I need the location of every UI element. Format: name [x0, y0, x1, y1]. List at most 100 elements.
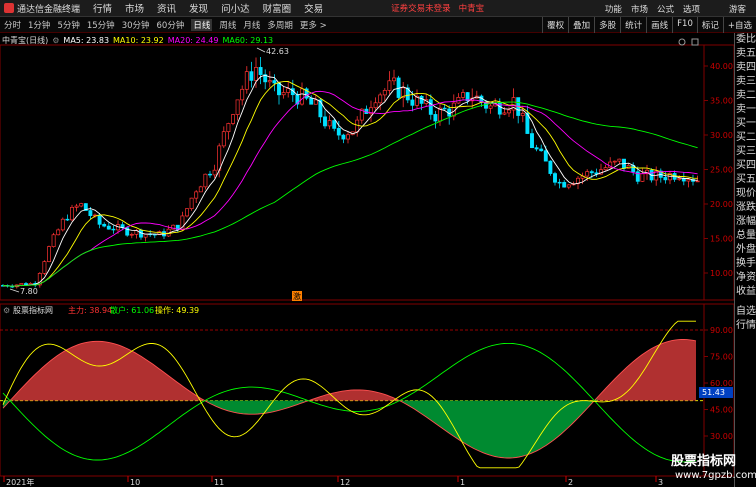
candle-down — [323, 116, 327, 127]
menu-shichang[interactable]: 市场 — [125, 1, 144, 15]
side-item-mai2[interactable]: 卖二 — [735, 89, 756, 103]
bear-area — [561, 400, 564, 435]
bear-area — [537, 400, 540, 451]
side-item-zhangfu[interactable]: 涨幅 — [735, 215, 756, 229]
kline-chart[interactable]: 40.00 35.00 30.00 25.00 20.00 15.00 10.00 42.6… — [0, 33, 734, 487]
candle-up — [79, 203, 84, 207]
candle-up — [221, 131, 226, 147]
bear-area — [432, 400, 435, 424]
side-item-weibi[interactable]: 委比 — [735, 33, 756, 47]
candle-down — [102, 223, 107, 227]
bull-area — [663, 342, 666, 401]
bull-area — [630, 361, 633, 401]
indicator-gear-icon[interactable]: ⚙ — [3, 306, 10, 315]
tool-huaxian[interactable]: 画线 — [646, 17, 672, 33]
period-daily[interactable]: 日线 — [191, 18, 213, 31]
bull-area — [180, 384, 183, 401]
menu-shichang-right[interactable]: 市场 — [631, 3, 648, 15]
candle-up — [56, 229, 61, 236]
bull-area — [687, 339, 690, 401]
side-item-mai5[interactable]: 卖五 — [735, 47, 756, 61]
side-item-shouyi[interactable]: 收益 — [735, 285, 756, 299]
menu-hangqing[interactable]: 行情 — [93, 1, 112, 15]
bull-area — [681, 339, 684, 401]
menu-xuanxiang[interactable]: 选项 — [683, 3, 700, 15]
side-item-mai3[interactable]: 卖三 — [735, 75, 756, 89]
current-stock-link[interactable]: 中青宝 — [459, 2, 485, 14]
bull-area — [366, 390, 369, 401]
bear-area — [453, 400, 456, 438]
period-multi[interactable]: 多周期 — [267, 19, 293, 31]
bull-area — [351, 389, 354, 401]
candle-up — [346, 134, 350, 140]
bear-area — [441, 400, 444, 430]
menu-faxian[interactable]: 发现 — [189, 1, 208, 15]
period-weekly[interactable]: 周线 — [219, 19, 236, 31]
side-tab-zixuan[interactable]: 自选 — [735, 305, 756, 319]
period-5min[interactable]: 5分钟 — [57, 19, 79, 31]
side-item-mai1[interactable]: 卖一 — [735, 103, 756, 117]
period-1min[interactable]: 1分钟 — [28, 19, 50, 31]
side-item-zongliang[interactable]: 总量 — [735, 229, 756, 243]
period-more[interactable]: 更多 > — [300, 19, 327, 31]
date-label: 2021年 — [6, 477, 34, 487]
candle-up — [327, 120, 332, 127]
side-item-zhangdie[interactable]: 涨跌 — [735, 201, 756, 215]
tool-add-favorite[interactable]: +自选 — [722, 17, 756, 33]
side-item-jingzi[interactable]: 净资 — [735, 271, 756, 285]
ma60-line — [2, 101, 698, 287]
period-60min[interactable]: 60分钟 — [157, 19, 185, 31]
bull-area — [627, 364, 630, 401]
menu-gongneng[interactable]: 功能 — [605, 3, 622, 15]
tool-diejia[interactable]: 叠加 — [568, 17, 594, 33]
bear-area — [459, 400, 462, 442]
window-restore-icon[interactable] — [678, 38, 686, 46]
bear-area — [558, 400, 561, 437]
trade-login-notice[interactable]: 证券交易未登录 — [391, 2, 451, 14]
side-item-xianjia[interactable]: 现价 — [735, 187, 756, 201]
candle-down — [318, 99, 323, 118]
side-item-buy3[interactable]: 买三 — [735, 145, 756, 159]
side-item-buy1[interactable]: 买一 — [735, 117, 756, 131]
bear-area — [462, 400, 465, 444]
side-item-buy2[interactable]: 买二 — [735, 131, 756, 145]
menu-wenxiaoda[interactable]: 问小达 — [221, 1, 250, 15]
side-tab-hangqing[interactable]: 行情 — [735, 319, 756, 333]
menu-jiaoyi[interactable]: 交易 — [304, 1, 323, 15]
bull-area — [363, 390, 366, 401]
bull-area — [54, 355, 57, 401]
menu-gongshi[interactable]: 公式 — [657, 3, 674, 15]
tool-tongji[interactable]: 统计 — [620, 17, 646, 33]
menu-caifuquan[interactable]: 财富圈 — [263, 1, 292, 15]
low-price-label: 7.80 — [20, 287, 38, 296]
tool-f10[interactable]: F10 — [672, 17, 697, 33]
window-maximize-icon[interactable] — [691, 38, 699, 46]
bear-area — [570, 400, 573, 426]
side-item-huanshou[interactable]: 换手 — [735, 257, 756, 271]
side-item-waipan[interactable]: 外盘 — [735, 243, 756, 257]
bull-area — [342, 390, 345, 401]
tool-fuquan[interactable]: 覆权 — [542, 17, 568, 33]
bear-area — [468, 400, 471, 447]
bear-area — [492, 400, 495, 457]
tool-biaoji[interactable]: 标记 — [696, 17, 723, 33]
bull-area — [99, 341, 102, 401]
side-item-mai4[interactable]: 卖四 — [735, 61, 756, 75]
event-marker-label[interactable]: 激 — [293, 291, 301, 301]
side-item-buy4[interactable]: 买四 — [735, 159, 756, 173]
period-fenshi[interactable]: 分时 — [4, 19, 21, 31]
menu-zixun[interactable]: 资讯 — [157, 1, 176, 15]
guest-user[interactable]: 游客 — [729, 3, 746, 15]
period-monthly[interactable]: 月线 — [243, 19, 260, 31]
period-30min[interactable]: 30分钟 — [122, 19, 150, 31]
bear-area — [552, 400, 555, 442]
bull-area — [78, 343, 81, 401]
bull-area — [669, 340, 672, 401]
side-item-buy5[interactable]: 买五 — [735, 173, 756, 187]
period-15min[interactable]: 15分钟 — [87, 19, 115, 31]
bear-area — [486, 400, 489, 455]
bear-area — [426, 400, 429, 419]
tool-duogu[interactable]: 多股 — [594, 17, 620, 33]
high-price-arrow — [256, 47, 266, 53]
bear-area — [495, 400, 498, 458]
